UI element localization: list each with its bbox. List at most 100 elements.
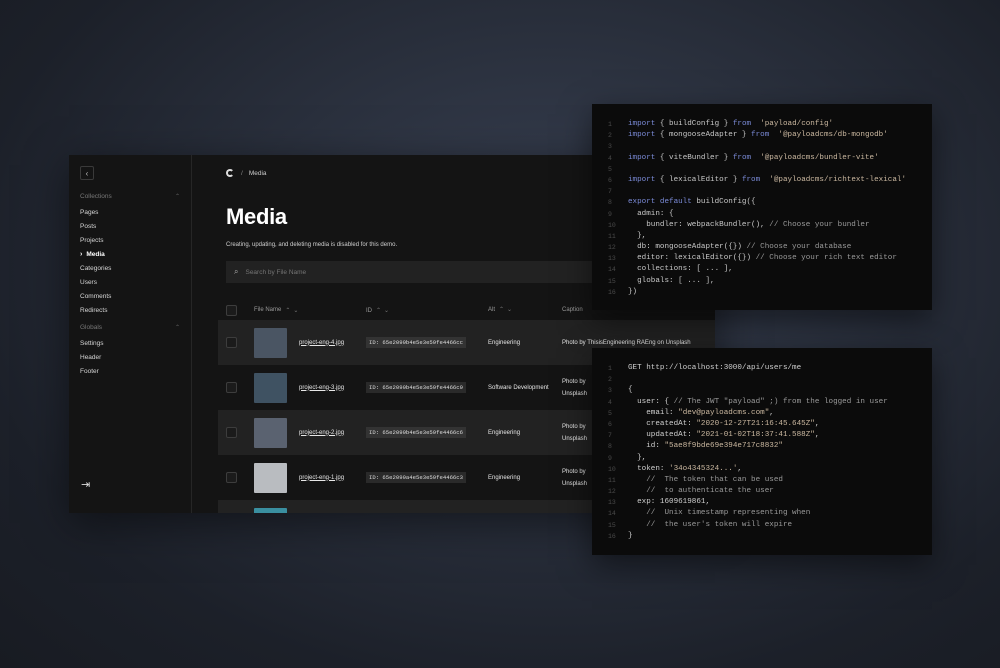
media-thumbnail bbox=[254, 507, 287, 513]
id-value: ID: 65e2099b4e5e3e59fe4466cc bbox=[366, 337, 466, 348]
line-number: 2 bbox=[608, 376, 612, 384]
chevron-up-icon[interactable]: ⌃ bbox=[175, 193, 180, 200]
logout-icon[interactable]: ⇥ bbox=[81, 478, 90, 491]
sidebar-item-settings[interactable]: Settings bbox=[80, 337, 180, 351]
code-line: 15 // the user's token will expire bbox=[592, 520, 932, 531]
code-line: 15 globals: [ ... ], bbox=[592, 276, 932, 287]
file-name-link[interactable]: project-eng-4.jpg bbox=[299, 340, 344, 346]
id-value: ID: 65e2099b4e5e3e59fe4466c6 bbox=[366, 427, 466, 438]
code-line: 14 collections: [ ... ], bbox=[592, 264, 932, 275]
sidebar-item-users[interactable]: Users bbox=[80, 276, 180, 290]
line-number: 13 bbox=[608, 499, 616, 507]
code-line: 13 editor: lexicalEditor({}) // Choose y… bbox=[592, 253, 932, 264]
payload-logo-icon[interactable] bbox=[226, 169, 234, 177]
line-number: 5 bbox=[608, 409, 612, 417]
code-line: 1 import { buildConfig } from 'payload/co… bbox=[592, 119, 932, 130]
sidebar-item-categories[interactable]: Categories bbox=[80, 262, 180, 276]
code-line: 12 db: mongooseAdapter({}) // Choose you… bbox=[592, 242, 932, 253]
sidebar-item-pages[interactable]: Pages bbox=[80, 206, 180, 220]
alt-value: Engineering bbox=[488, 474, 521, 481]
media-thumbnail bbox=[254, 327, 287, 358]
line-number: 8 bbox=[608, 199, 612, 207]
column-header-file-name[interactable]: File Name ⌃⌄ bbox=[254, 307, 366, 314]
nav-group-title[interactable]: Collections ⌃ bbox=[80, 193, 180, 200]
media-thumbnail bbox=[254, 462, 287, 493]
sidebar-item-posts[interactable]: Posts bbox=[80, 220, 180, 234]
api-response-code-panel: 1 GET http://localhost:3000/api/users/me 2… bbox=[592, 348, 932, 555]
code-line: 14 // Unix timestamp representing when bbox=[592, 508, 932, 519]
sort-icon[interactable]: ⌃⌄ bbox=[285, 307, 301, 314]
line-number: 14 bbox=[608, 510, 616, 518]
line-number: 15 bbox=[608, 277, 616, 285]
line-number: 2 bbox=[608, 132, 612, 140]
column-header-id[interactable]: ID ⌃⌄ bbox=[366, 307, 488, 314]
sidebar-item-comments[interactable]: Comments bbox=[80, 290, 180, 304]
code-line: 11 }, bbox=[592, 231, 932, 242]
line-number: 7 bbox=[608, 188, 612, 196]
code-line: 13 exp: 1609619861, bbox=[592, 497, 932, 508]
file-name-link[interactable]: project-eng-1.jpg bbox=[299, 475, 344, 481]
line-number: 4 bbox=[608, 154, 612, 162]
code-line: 5 email: "dev@payloadcms.com", bbox=[592, 408, 932, 419]
line-number: 11 bbox=[608, 476, 616, 484]
sidebar-item-projects[interactable]: Projects bbox=[80, 234, 180, 248]
sidebar-item-redirects[interactable]: Redirects bbox=[80, 304, 180, 318]
file-name-link[interactable]: project-eng-3.jpg bbox=[299, 385, 344, 391]
chevron-left-icon: ‹ bbox=[85, 168, 89, 178]
code-line: 12 // to authenticate the user bbox=[592, 486, 932, 497]
config-code-panel: 1 import { buildConfig } from 'payload/co… bbox=[592, 104, 932, 310]
chevron-up-icon[interactable]: ⌃ bbox=[175, 324, 180, 331]
code-line: 10 token: '34o4345324...', bbox=[592, 464, 932, 475]
id-value: ID: 65e2099b4e5e3e59fe4466c9 bbox=[366, 382, 466, 393]
code-line: 8 id: "5ae8f9bde69e394e717c8832" bbox=[592, 441, 932, 452]
line-number: 13 bbox=[608, 255, 616, 263]
code-line: 8 export default buildConfig({ bbox=[592, 197, 932, 208]
row-checkbox[interactable] bbox=[226, 427, 237, 438]
nav-group-globals: Globals ⌃ Settings Header Footer bbox=[80, 324, 180, 379]
line-number: 12 bbox=[608, 244, 616, 252]
sort-icon[interactable]: ⌃⌄ bbox=[376, 308, 392, 314]
code-line: 7 bbox=[592, 186, 932, 197]
select-all-checkbox[interactable] bbox=[226, 304, 237, 316]
code-line: 11 // The token that can be used bbox=[592, 475, 932, 486]
line-number: 16 bbox=[608, 288, 616, 296]
id-value: ID: 65e2099a4e5e3e59fe4466c3 bbox=[366, 472, 466, 483]
search-icon: ⌕ bbox=[234, 267, 239, 276]
breadcrumb-separator: / bbox=[241, 169, 243, 177]
row-checkbox[interactable] bbox=[226, 382, 237, 393]
sidebar-item-header[interactable]: Header bbox=[80, 351, 180, 365]
line-number: 7 bbox=[608, 432, 612, 440]
line-number: 4 bbox=[608, 398, 612, 406]
code-line: 2 import { mongooseAdapter } from '@paylo… bbox=[592, 130, 932, 141]
code-line: 16}) bbox=[592, 287, 932, 298]
nav-group-collections: Collections ⌃ Pages Posts Projects › Media Cate… bbox=[80, 193, 180, 318]
code-line: 1 GET http://localhost:3000/api/users/me bbox=[592, 363, 932, 374]
line-number: 1 bbox=[608, 365, 612, 372]
code-line: 5 bbox=[592, 164, 932, 175]
row-checkbox[interactable] bbox=[226, 337, 237, 348]
line-number: 10 bbox=[608, 465, 616, 473]
row-checkbox[interactable] bbox=[226, 472, 237, 483]
line-number: 14 bbox=[608, 266, 616, 274]
breadcrumb-current: Media bbox=[248, 169, 267, 177]
sort-icon[interactable]: ⌃⌄ bbox=[499, 307, 515, 313]
line-number: 5 bbox=[608, 165, 612, 173]
line-number: 9 bbox=[608, 454, 612, 462]
collapse-sidebar-button[interactable]: ‹ bbox=[80, 166, 94, 180]
media-thumbnail bbox=[254, 372, 287, 403]
file-name-link[interactable]: project-eng-2.jpg bbox=[299, 430, 344, 436]
chevron-right-icon: › bbox=[80, 251, 83, 258]
line-number: 11 bbox=[608, 232, 616, 240]
alt-value: Engineering bbox=[488, 339, 521, 346]
code-line: 4 user: { // The JWT "payload" ;) from t… bbox=[592, 397, 932, 408]
code-line: 10 bundler: webpackBundler(), // Choose … bbox=[592, 220, 932, 231]
column-header-alt[interactable]: Alt ⌃⌄ bbox=[488, 304, 562, 316]
alt-value: Software Development bbox=[488, 384, 549, 391]
line-number: 1 bbox=[608, 121, 612, 128]
code-line: 6 import { lexicalEditor } from '@payload… bbox=[592, 175, 932, 186]
alt-value: Engineering bbox=[488, 429, 521, 436]
nav-group-title[interactable]: Globals ⌃ bbox=[80, 324, 180, 331]
code-line: 3 bbox=[592, 141, 932, 152]
sidebar-item-footer[interactable]: Footer bbox=[80, 365, 180, 379]
sidebar-item-media[interactable]: › Media bbox=[80, 248, 180, 262]
